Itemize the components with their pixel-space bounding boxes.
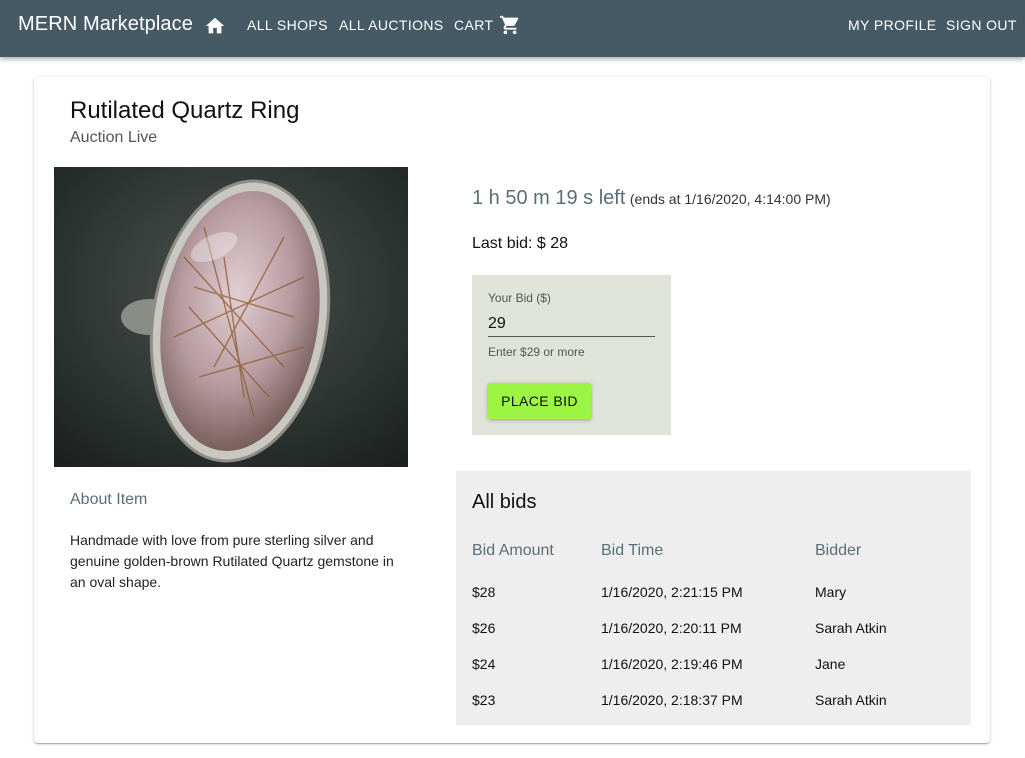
countdown-timer: 1 h 50 m 19 s left (ends at 1/16/2020, 4… xyxy=(472,187,831,210)
auction-card: Rutilated Quartz Ring Auction Live About… xyxy=(34,77,990,743)
nav-all-shops[interactable]: ALL SHOPS xyxy=(247,17,328,33)
bid-helper-text: Enter $29 or more xyxy=(488,345,585,359)
about-item-heading: About Item xyxy=(70,491,148,508)
about-item-description: Handmade with love from pure sterling si… xyxy=(70,532,394,590)
last-bid: Last bid: $ 28 xyxy=(472,235,569,252)
app-bar: MERN Marketplace ALL SHOPS ALL AUCTIONS … xyxy=(0,0,1025,57)
bid-form: Your Bid ($) Enter $29 or more PLACE BID xyxy=(472,275,671,435)
place-bid-button[interactable]: PLACE BID xyxy=(488,383,591,419)
col-bid-time: Bid Time xyxy=(601,542,664,559)
nav-cart[interactable]: CART xyxy=(454,17,493,33)
end-time: (ends at 1/16/2020, 4:14:00 PM) xyxy=(629,191,831,207)
bid-time: 1/16/2020, 2:18:37 PM xyxy=(601,692,743,708)
bid-input-label: Your Bid ($) xyxy=(488,291,551,305)
home-button[interactable] xyxy=(203,14,227,38)
bidder: Mary xyxy=(815,584,847,600)
home-icon xyxy=(205,17,225,34)
nav-my-profile[interactable]: MY PROFILE xyxy=(848,17,937,33)
nav-sign-out[interactable]: SIGN OUT xyxy=(946,17,1017,33)
time-left: 1 h 50 m 19 s left xyxy=(472,187,626,209)
all-bids-panel: All bids Bid Amount Bid Time Bidder $28 … xyxy=(456,471,971,725)
nav-all-auctions[interactable]: ALL AUCTIONS xyxy=(339,17,444,33)
col-bidder: Bidder xyxy=(815,542,862,559)
bid-amount: $26 xyxy=(472,620,496,636)
all-bids-title: All bids xyxy=(472,491,537,513)
col-bid-amount: Bid Amount xyxy=(472,542,554,559)
bidder: Sarah Atkin xyxy=(815,620,887,636)
auction-status: Auction Live xyxy=(70,129,158,146)
product-image xyxy=(54,167,408,467)
brand-title: MERN Marketplace xyxy=(18,13,193,35)
bid-amount: $24 xyxy=(472,656,496,672)
bidder: Sarah Atkin xyxy=(815,692,887,708)
cart-icon[interactable] xyxy=(499,14,521,36)
bid-input[interactable] xyxy=(488,311,655,337)
bid-time: 1/16/2020, 2:19:46 PM xyxy=(601,656,743,672)
bid-time: 1/16/2020, 2:21:15 PM xyxy=(601,584,743,600)
bid-amount: $28 xyxy=(472,584,496,600)
bidder: Jane xyxy=(815,656,846,672)
bid-amount: $23 xyxy=(472,692,496,708)
bid-time: 1/16/2020, 2:20:11 PM xyxy=(601,620,742,636)
auction-title: Rutilated Quartz Ring xyxy=(70,97,300,124)
